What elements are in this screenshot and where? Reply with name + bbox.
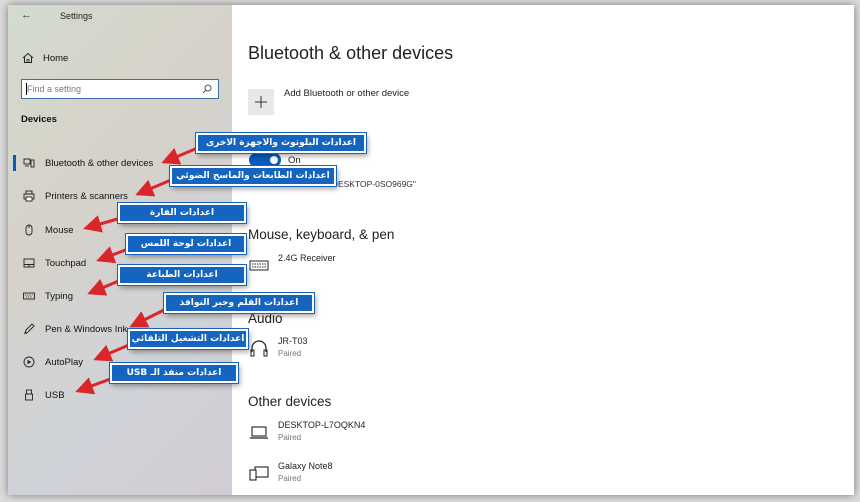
sidebar-item-label: AutoPlay [45,356,84,368]
sidebar-item-label: Mouse [45,224,74,236]
content-pane: Bluetooth & other devices Add Bluetooth … [232,5,854,495]
pen-icon [22,323,35,336]
home-label: Home [43,52,69,64]
device-status: Paired [278,433,302,442]
search-placeholder: Find a setting [27,84,82,94]
device-item[interactable]: Galaxy Note8 Paired [248,461,448,489]
section-title-mouse-keyboard-pen: Mouse, keyboard, & pen [248,227,395,242]
sidebar-item-label: Bluetooth & other devices [45,157,154,169]
annotation-typing: اعدادات الطباعة [118,265,246,285]
device-name: JR-T03 [278,336,308,346]
mouse-icon [22,224,35,237]
section-title-other-devices: Other devices [248,394,332,409]
annotation-usb: اعدادات منفذ الـ USB [110,363,238,383]
section-heading: Devices [21,114,57,125]
bluetooth-toggle-state: On [288,155,301,166]
home-nav-item[interactable]: Home [22,49,68,67]
laptop-icon [248,422,270,442]
sidebar-item-label: Printers & scanners [45,190,128,202]
keyboard-icon [248,255,270,275]
annotation-touchpad: اعدادات لوحة اللمس [126,234,246,254]
device-item[interactable]: 2.4G Receiver [248,253,448,281]
page-title: Bluetooth & other devices [248,43,454,63]
search-input[interactable]: Find a setting [21,79,219,99]
sidebar-item-label: Touchpad [45,257,87,269]
settings-window: ← Settings Home Find a setting Devices B… [8,5,854,495]
annotation-autoplay: اعدادات التشغيل التلقائي [128,329,248,349]
annotation-pen: اعدادات القلم وحبر النوافذ [164,293,314,313]
bluetooth-devices-icon [22,157,35,170]
home-icon [22,52,34,63]
printer-icon [22,190,35,203]
sidebar-item-label: USB [45,389,65,401]
device-name: Galaxy Note8 [278,461,333,471]
app-title: Settings [60,11,93,21]
touchpad-icon [22,257,35,270]
autoplay-icon [22,356,35,369]
title-bar: ← Settings [8,5,232,29]
sidebar-item-label: Pen & Windows Ink [45,323,128,335]
add-device-label[interactable]: Add Bluetooth or other device [284,88,409,99]
device-status: Paired [278,349,302,358]
bluetooth-toggle[interactable] [249,153,281,167]
usb-icon [22,389,35,402]
annotation-bluetooth: اعدادات البلوتوث والاجهزة الاخرى [196,133,366,153]
phone-monitor-icon [248,463,270,483]
headphones-icon [248,338,270,358]
plus-icon [255,96,267,108]
device-name: 2.4G Receiver [278,253,336,263]
add-device-button[interactable] [248,89,274,115]
annotation-printers: اعدادات الطابعات والماسح الضوئي [170,166,336,186]
search-icon [202,84,212,94]
section-title-audio: Audio [248,311,283,326]
back-arrow-icon[interactable]: ← [21,9,32,21]
device-name: DESKTOP-L7OQKN4 [278,420,366,430]
toggle-knob [270,156,278,164]
device-item[interactable]: DESKTOP-L7OQKN4 Paired [248,420,448,448]
device-status: Paired [278,474,302,483]
device-item[interactable]: JR-T03 Paired [248,336,448,364]
keyboard-icon [22,290,35,303]
sidebar-item-usb[interactable]: USB [8,382,232,408]
sidebar-item-label: Typing [45,290,73,302]
annotation-mouse: اعدادات الفارة [118,203,246,223]
